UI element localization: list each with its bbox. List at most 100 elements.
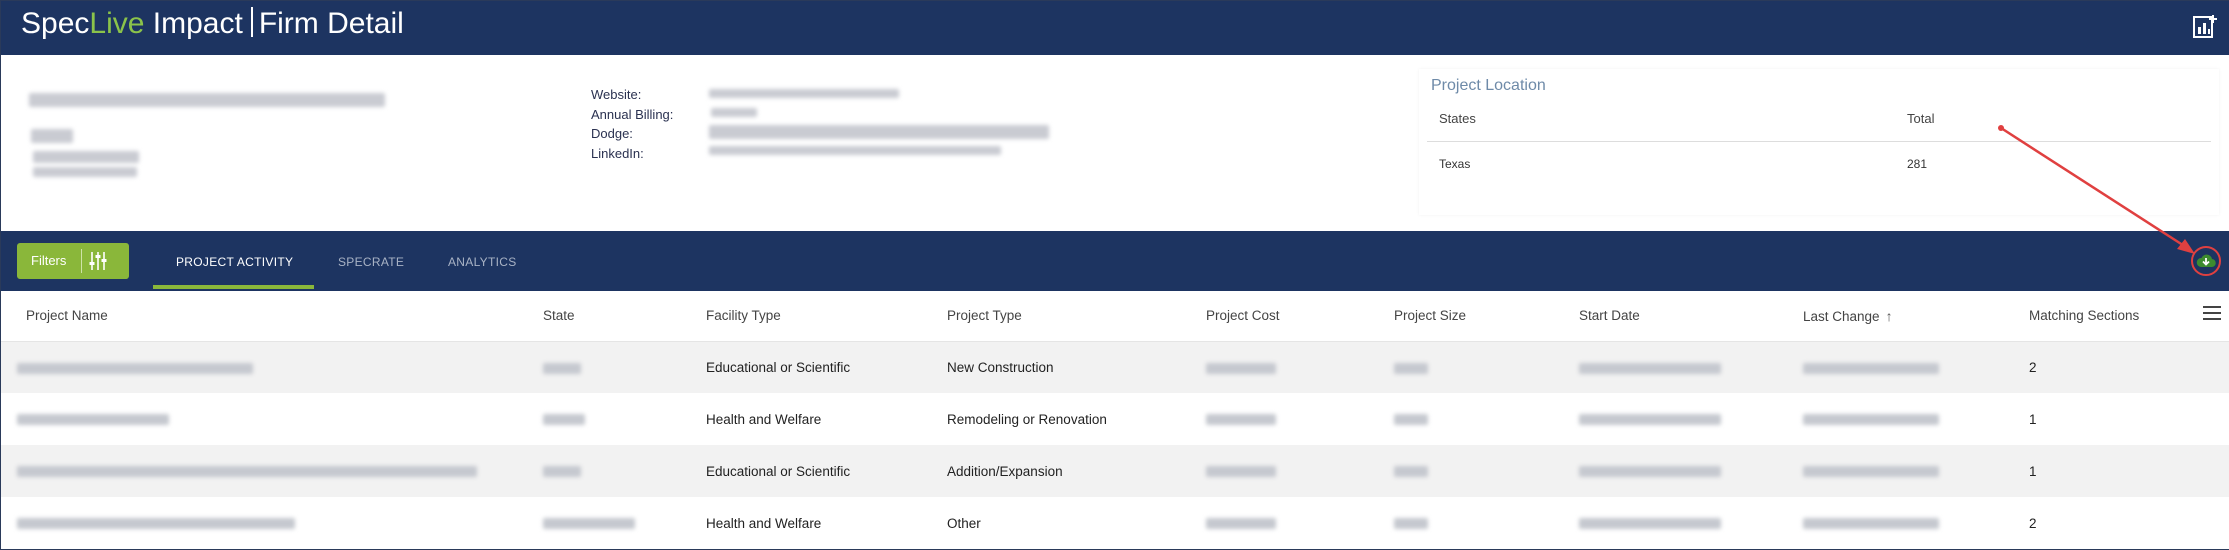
matching-sections-cell: 2 <box>2029 497 2229 549</box>
project-location-title: Project Location <box>1431 77 1546 94</box>
states-column-header[interactable]: States <box>1439 111 1476 126</box>
redacted-value <box>543 518 635 530</box>
sort-ascending-icon: ↑ <box>1885 307 1893 324</box>
table-row[interactable]: Health and Welfare Remodeling or Renovat… <box>1 393 2229 445</box>
project-cost-cell <box>1206 445 1394 497</box>
column-label: Last Change <box>1803 308 1880 324</box>
matching-sections-cell: 1 <box>2029 445 2229 497</box>
location-total-cell: 281 <box>1907 157 1928 171</box>
filters-divider <box>81 249 82 273</box>
column-label: Project Type <box>947 308 1022 324</box>
column-header-state[interactable]: State <box>543 291 706 342</box>
redacted-value <box>1803 518 1939 530</box>
chart-add-icon[interactable] <box>2192 13 2218 39</box>
website-value-redacted[interactable] <box>709 89 899 98</box>
redacted-value <box>543 362 581 374</box>
sliders-icon <box>89 252 107 270</box>
brand-impact: Impact <box>144 7 243 40</box>
tab-project-activity[interactable]: PROJECT ACTIVITY <box>176 255 293 269</box>
redacted-value <box>1803 414 1939 426</box>
project-type-cell: Remodeling or Renovation <box>947 393 1206 445</box>
project-name-cell[interactable] <box>1 341 543 393</box>
redacted-value <box>1579 466 1721 478</box>
last-change-cell <box>1803 393 2029 445</box>
column-header-start-date[interactable]: Start Date <box>1579 291 1803 342</box>
title-separator <box>250 7 253 37</box>
column-header-matching-sections[interactable]: Matching Sections <box>2029 291 2229 342</box>
redacted-value <box>1579 414 1721 426</box>
project-name-cell[interactable] <box>1 445 543 497</box>
project-cost-cell <box>1206 497 1394 549</box>
last-change-cell <box>1803 497 2029 549</box>
redacted-value <box>17 362 253 374</box>
column-header-project-name[interactable]: Project Name <box>1 291 543 342</box>
redacted-value <box>1394 466 1428 478</box>
firm-address-redacted <box>31 129 73 143</box>
location-state-cell: Texas <box>1439 157 1471 171</box>
column-label: State <box>543 308 575 324</box>
total-column-header[interactable]: Total <box>1907 111 1934 126</box>
app-title: SpecLive Impact Firm Detail <box>21 7 404 41</box>
redacted-value <box>1803 362 1939 374</box>
project-type-cell: Addition/Expansion <box>947 445 1206 497</box>
filters-button[interactable]: Filters <box>17 243 129 279</box>
project-size-cell <box>1394 393 1579 445</box>
column-header-facility-type[interactable]: Facility Type <box>706 291 947 342</box>
page-title: Firm Detail <box>258 7 404 40</box>
facility-type-cell: Educational or Scientific <box>706 341 947 393</box>
column-label: Start Date <box>1579 308 1640 324</box>
firm-details-labels: Website: Annual Billing: Dodge: LinkedIn… <box>591 85 673 163</box>
download-button[interactable] <box>2191 246 2221 276</box>
project-name-cell[interactable] <box>1 497 543 549</box>
project-size-cell <box>1394 445 1579 497</box>
facility-type-cell: Health and Welfare <box>706 393 947 445</box>
table-row[interactable]: Educational or Scientific New Constructi… <box>1 341 2229 393</box>
column-label: Facility Type <box>706 308 781 324</box>
matching-sections-cell: 2 <box>2029 341 2229 393</box>
tab-specrate[interactable]: SPECRATE <box>338 255 404 269</box>
dodge-value-redacted[interactable] <box>709 125 1049 139</box>
project-name-cell[interactable] <box>1 393 543 445</box>
last-change-cell <box>1803 341 2029 393</box>
table-row[interactable]: Educational or Scientific Addition/Expan… <box>1 445 2229 497</box>
active-tab-indicator <box>153 285 314 289</box>
table-row[interactable]: Health and Welfare Other 2 <box>1 497 2229 549</box>
redacted-value <box>1394 362 1428 374</box>
column-header-project-type[interactable]: Project Type <box>947 291 1206 342</box>
matching-sections-cell: 1 <box>2029 393 2229 445</box>
redacted-value <box>1394 518 1428 530</box>
column-header-last-change[interactable]: Last Change ↑ <box>1803 291 2029 342</box>
tab-bar: Filters PROJECT ACTIVITY SPECRATE ANALYT… <box>1 231 2229 291</box>
redacted-value <box>17 414 169 426</box>
redacted-value <box>17 466 477 478</box>
table-header-row: Project Name State Facility Type Project… <box>1 291 2229 342</box>
state-cell <box>543 341 706 393</box>
redacted-value <box>1394 414 1428 426</box>
project-size-cell <box>1394 497 1579 549</box>
project-size-cell <box>1394 341 1579 393</box>
project-type-cell: New Construction <box>947 341 1206 393</box>
annual-billing-value-redacted <box>711 108 757 117</box>
start-date-cell <box>1579 445 1803 497</box>
column-header-project-cost[interactable]: Project Cost <box>1206 291 1394 342</box>
state-cell <box>543 393 706 445</box>
tab-analytics[interactable]: ANALYTICS <box>448 255 517 269</box>
redacted-value <box>1206 466 1276 478</box>
brand-live: Live <box>89 7 145 40</box>
app-header: SpecLive Impact Firm Detail <box>1 1 2229 55</box>
column-label: Project Cost <box>1206 308 1280 324</box>
column-menu-icon[interactable] <box>2203 306 2221 324</box>
dodge-label: Dodge: <box>591 126 633 141</box>
brand-spec: Spec <box>21 7 90 40</box>
redacted-value <box>1579 518 1721 530</box>
column-header-project-size[interactable]: Project Size <box>1394 291 1579 342</box>
project-location-card: Project Location States Total Texas 281 <box>1419 69 2219 215</box>
project-type-cell: Other <box>947 497 1206 549</box>
column-label: Project Size <box>1394 308 1467 324</box>
redacted-value <box>1206 414 1276 426</box>
linkedin-value-redacted[interactable] <box>709 146 1001 155</box>
firm-address-redacted-3 <box>33 167 137 177</box>
website-label: Website: <box>591 87 642 102</box>
state-cell <box>543 497 706 549</box>
facility-type-cell: Educational or Scientific <box>706 445 947 497</box>
